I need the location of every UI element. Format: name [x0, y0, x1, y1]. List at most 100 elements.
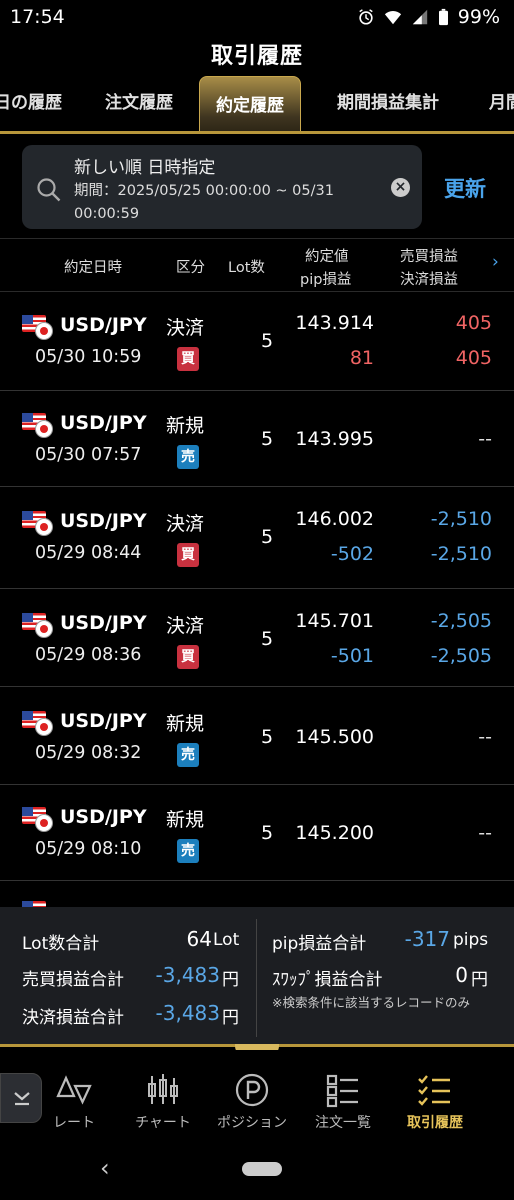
trade-kind: 新規 [166, 809, 205, 831]
usd-jpy-flag-icon [22, 413, 56, 438]
trade-datetime: 05/30 10:59 [35, 347, 142, 367]
tab-period-pl[interactable]: 期間損益集計 [337, 88, 439, 113]
page-title: 取引履歴 [210, 44, 303, 69]
refresh-button[interactable]: 更新 [444, 173, 486, 203]
settle-pl-total-unit: 円 [222, 1008, 239, 1028]
settle-pl: -2,510 [430, 543, 492, 565]
table-row[interactable]: USD/JPY 05/29 08:36 決済 買 5 145.701 -501 … [0, 589, 514, 687]
side-badge: 買 [177, 543, 199, 567]
currency-pair: USD/JPY [60, 412, 147, 434]
status-icons: 99% [357, 6, 500, 28]
lot-total-value: 64 [186, 927, 212, 951]
nav-order-list-label: 注文一覧 [315, 1115, 371, 1131]
trade-pl: -- [478, 822, 492, 844]
col-kind: 区分 [176, 260, 205, 276]
summary-panel: Lot数合計 64 Lot 売買損益合計 -3,483 円 決済損益合計 -3,… [0, 907, 514, 1056]
settle-pl: 405 [455, 347, 492, 369]
tab-order-history[interactable]: 注文履歴 [105, 88, 173, 113]
lot-count: 5 [261, 428, 274, 450]
side-badge: 売 [177, 839, 199, 863]
search-icon [37, 178, 61, 202]
settle-pl-total-label: 決済損益合計 [22, 1008, 124, 1028]
pip-pl: 81 [349, 347, 374, 369]
pip-pl: -502 [330, 543, 374, 565]
table-row[interactable]: USD/JPY 05/29 08:32 新規 売 5 145.500 -- [0, 687, 514, 785]
trade-pl-total-value: -3,483 [155, 963, 220, 987]
trade-kind: 決済 [166, 513, 205, 535]
currency-pair: USD/JPY [60, 314, 147, 336]
clear-icon[interactable]: × [391, 178, 410, 197]
currency-pair: USD/JPY [60, 510, 147, 532]
trade-pl: -- [478, 726, 492, 748]
trade-datetime: 05/29 08:36 [35, 645, 142, 665]
execution-price: 143.914 [295, 312, 374, 334]
trade-datetime: 05/29 08:44 [35, 543, 142, 563]
nav-chart[interactable]: チャート [118, 1064, 208, 1132]
tab-execution-history[interactable]: 約定履歴 [199, 76, 301, 131]
col-trade-pl: 売買損益 [400, 249, 458, 265]
nav-chart-label: チャート [135, 1115, 191, 1131]
nav-position[interactable]: ポジション [207, 1064, 297, 1132]
trade-pl: -2,505 [430, 610, 492, 632]
back-icon[interactable]: ‹ [100, 1154, 110, 1182]
nav-rate-label: レート [53, 1115, 95, 1131]
status-time: 17:54 [10, 6, 65, 28]
usd-jpy-flag-icon [22, 613, 56, 638]
execution-price: 145.701 [295, 610, 374, 632]
lot-total-unit: Lot [213, 930, 240, 950]
nav-trade-history-label: 取引履歴 [407, 1115, 463, 1131]
tab-monthly[interactable]: 月間 [489, 88, 514, 113]
col-lot: Lot数 [228, 260, 265, 276]
trade-datetime: 05/29 08:10 [35, 839, 142, 859]
table-row[interactable]: USD/JPY 05/29 08:10 新規 売 5 145.200 -- [0, 785, 514, 881]
history-tabs: 日の履歴 注文履歴 約定履歴 期間損益集計 月間 [0, 76, 514, 134]
trade-kind: 新規 [166, 415, 205, 437]
table-row[interactable]: USD/JPY 05/29 08:44 決済 買 5 146.002 -502 … [0, 487, 514, 589]
table-row[interactable]: USD/JPY 05/30 10:59 決済 買 5 143.914 81 40… [0, 293, 514, 391]
trade-pl: 405 [455, 312, 492, 334]
wifi-icon [384, 11, 401, 25]
rate-icon [56, 1075, 92, 1105]
currency-pair: USD/JPY [60, 612, 147, 634]
search-filter[interactable]: 新しい順 日時指定 期間：2025/05/25 00:00:00 ~ 05/31… [22, 145, 422, 229]
execution-price: 143.995 [295, 428, 374, 450]
pip-total-label: pip損益合計 [272, 934, 367, 954]
summary-note: ※検索条件に該当するレコードのみ [272, 995, 470, 1010]
usd-jpy-flag-icon [22, 711, 56, 736]
swap-total-label: ｽﾜｯﾌﾟ損益合計 [272, 970, 383, 990]
nav-rate[interactable]: レート [29, 1064, 119, 1132]
swap-total-unit: 円 [471, 970, 488, 990]
table-row[interactable]: USD/JPY 05/30 07:57 新規 売 5 143.995 -- [0, 391, 514, 487]
lot-count: 5 [261, 526, 274, 548]
side-badge: 売 [177, 743, 199, 767]
chevron-right-icon[interactable]: › [492, 252, 499, 272]
settle-pl: -2,505 [430, 645, 492, 667]
currency-pair: USD/JPY [60, 806, 147, 828]
alarm-icon [359, 9, 373, 25]
tab-daily-history[interactable]: 日の履歴 [0, 88, 62, 113]
history-icon [418, 1075, 450, 1106]
nav-trade-history[interactable]: 取引履歴 [390, 1064, 480, 1132]
execution-price: 145.500 [295, 726, 374, 748]
trade-datetime: 05/30 07:57 [35, 445, 142, 465]
col-settle-pl: 決済損益 [400, 272, 458, 288]
home-icon[interactable] [242, 1162, 282, 1176]
nav-order-list[interactable]: 注文一覧 [298, 1064, 388, 1132]
side-badge: 買 [177, 645, 199, 669]
usd-jpy-flag-icon [22, 807, 56, 832]
pip-total-value: -317 [404, 927, 450, 951]
chart-icon [148, 1074, 178, 1104]
trade-kind: 決済 [166, 615, 205, 637]
trade-datetime: 05/29 08:32 [35, 743, 142, 763]
execution-price: 146.002 [295, 508, 374, 530]
trade-kind: 新規 [166, 713, 205, 735]
lot-count: 5 [261, 628, 274, 650]
table-header: 約定日時 区分 Lot数 約定値 pip損益 売買損益 決済損益 › [0, 238, 514, 292]
lot-count: 5 [261, 726, 274, 748]
trade-kind: 決済 [166, 317, 205, 339]
usd-jpy-flag-icon [22, 511, 56, 536]
col-pip: pip損益 [300, 272, 352, 288]
execution-price: 145.200 [295, 822, 374, 844]
status-bar: 17:54 99% [0, 0, 514, 34]
pip-total-unit: pips [453, 930, 489, 950]
